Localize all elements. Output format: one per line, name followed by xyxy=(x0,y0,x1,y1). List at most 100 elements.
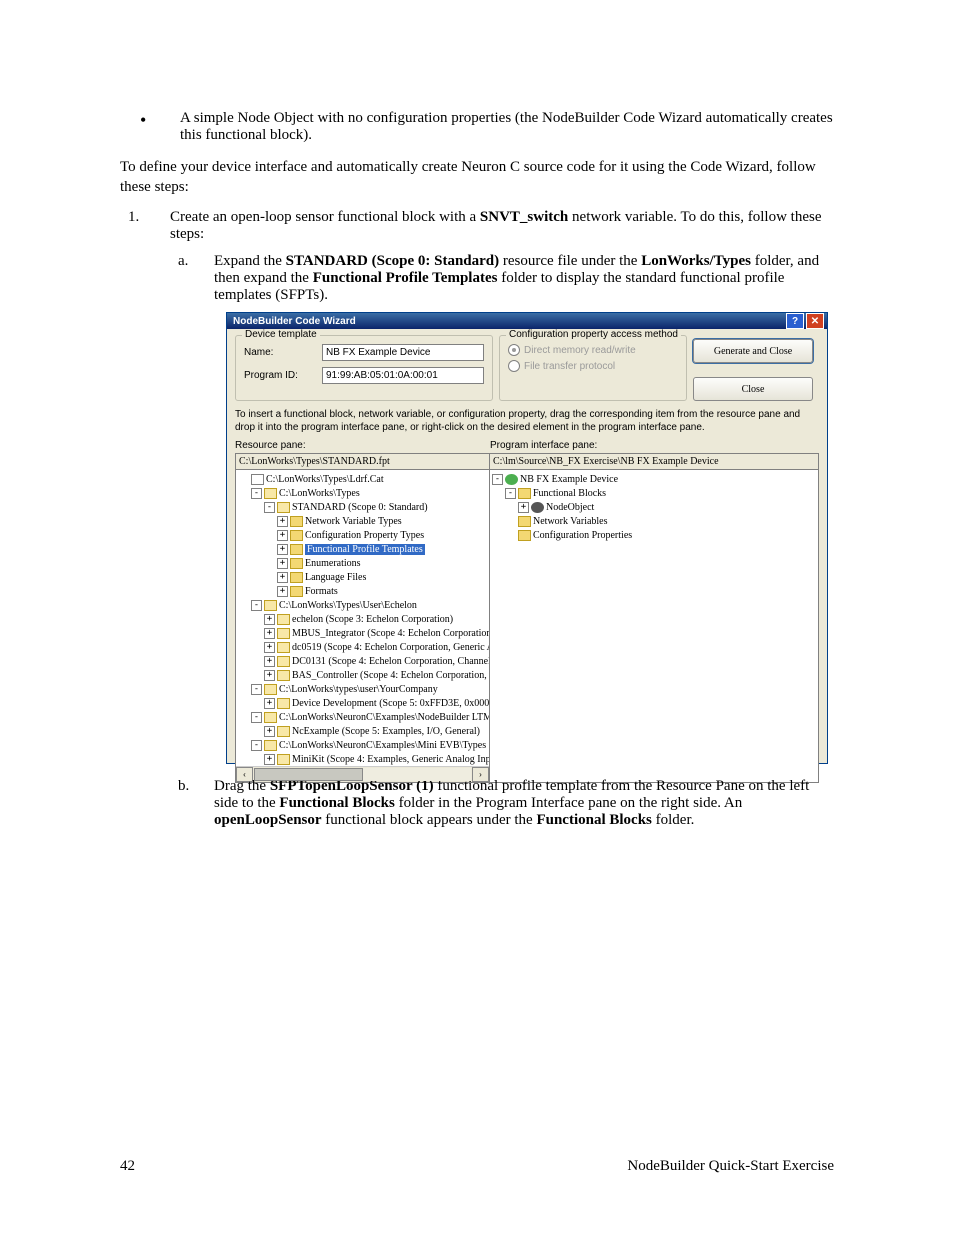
expand-icon[interactable]: + xyxy=(264,656,275,667)
folder-icon xyxy=(290,544,303,555)
expand-icon[interactable]: + xyxy=(264,628,275,639)
expand-icon[interactable]: + xyxy=(277,586,288,597)
instruction-text: To insert a functional block, network va… xyxy=(235,409,819,434)
folder-open-icon xyxy=(264,488,277,499)
collapse-icon[interactable]: - xyxy=(251,740,262,751)
collapse-icon[interactable]: - xyxy=(505,488,516,499)
folder-open-icon xyxy=(277,726,290,737)
tree-item[interactable]: Configuration Properties xyxy=(492,528,818,542)
scroll-thumb[interactable] xyxy=(254,768,363,781)
tree-item[interactable]: +Formats xyxy=(238,584,489,598)
resource-pane[interactable]: C:\LonWorks\Types\STANDARD.fpt C:\LonWor… xyxy=(236,454,490,782)
name-label: Name: xyxy=(244,347,322,358)
tree-item-label: NodeObject xyxy=(546,502,594,513)
expand-icon[interactable]: + xyxy=(264,614,275,625)
tree-item[interactable]: + MBUS_Integrator (Scope 4: Echelon Corpo… xyxy=(238,626,489,640)
collapse-icon[interactable]: - xyxy=(492,474,503,485)
close-button[interactable]: Close xyxy=(693,377,813,401)
tree-item[interactable]: +Enumerations xyxy=(238,556,489,570)
program-interface-pane[interactable]: C:\lm\Source\NB_FX Exercise\NB FX Exampl… xyxy=(490,454,818,782)
expand-icon[interactable]: + xyxy=(277,530,288,541)
tree-item[interactable]: -C:\LonWorks\NeuronC\Examples\Mini EVB\T… xyxy=(238,738,489,752)
tree-item[interactable]: -C:\LonWorks\NeuronC\Examples\NodeBuilde… xyxy=(238,710,489,724)
help-button[interactable]: ? xyxy=(786,313,804,329)
expand-icon[interactable]: + xyxy=(264,726,275,737)
folder-open-icon xyxy=(277,698,290,709)
expand-icon[interactable]: + xyxy=(277,558,288,569)
tree-item[interactable]: Network Variables xyxy=(492,514,818,528)
program-interface-pane-header: C:\lm\Source\NB_FX Exercise\NB FX Exampl… xyxy=(490,454,818,470)
expand-icon[interactable]: + xyxy=(264,698,275,709)
tree-item[interactable]: + NodeObject xyxy=(492,500,818,514)
tree-item-label: Configuration Property Types xyxy=(305,530,424,541)
file-transfer-label: File transfer protocol xyxy=(524,361,615,372)
tree-item[interactable]: C:\LonWorks\Types\Ldrf.Cat xyxy=(238,472,489,486)
expand-icon[interactable]: + xyxy=(264,642,275,653)
tree-item[interactable]: - Functional Blocks xyxy=(492,486,818,500)
tree-item[interactable]: + Network Variable Types xyxy=(238,514,489,528)
folder-icon xyxy=(290,516,303,527)
tree-item[interactable]: + dc0519 (Scope 4: Echelon Corporation, G… xyxy=(238,640,489,654)
tree-item[interactable]: -NB FX Example Device xyxy=(492,472,818,486)
folder-open-icon xyxy=(264,600,277,611)
tree-item[interactable]: -C:\LonWorks\Types\User\Echelon xyxy=(238,598,489,612)
collapse-icon[interactable]: - xyxy=(251,600,262,611)
tree-item-label: C:\LonWorks\types\user\YourCompany xyxy=(279,684,438,695)
tree-item[interactable]: +Functional Profile Templates xyxy=(238,542,489,556)
folder-open-icon xyxy=(277,670,290,681)
expand-icon[interactable]: + xyxy=(277,572,288,583)
collapse-icon[interactable]: - xyxy=(251,712,262,723)
file-icon xyxy=(251,474,264,485)
code-wizard-dialog: NodeBuilder Code Wizard ? ✕ Device templ… xyxy=(226,312,828,764)
tree-item[interactable]: -STANDARD (Scope 0: Standard) xyxy=(238,500,489,514)
expand-icon[interactable]: + xyxy=(264,670,275,681)
expand-icon[interactable]: + xyxy=(277,516,288,527)
name-input[interactable] xyxy=(322,344,484,361)
config-access-group: Configuration property access method Dir… xyxy=(499,335,687,401)
expand-icon[interactable]: + xyxy=(264,754,275,765)
tree-item-label: Configuration Properties xyxy=(533,530,632,541)
collapse-icon[interactable]: - xyxy=(251,684,262,695)
bullet-text: A simple Node Object with no configurati… xyxy=(180,110,834,144)
collapse-icon[interactable]: - xyxy=(251,488,262,499)
tree-item[interactable]: +echelon (Scope 3: Echelon Corporation) xyxy=(238,612,489,626)
tree-item[interactable]: + NcExample (Scope 5: Examples, I/O, Gene… xyxy=(238,724,489,738)
expand-icon[interactable]: + xyxy=(518,502,529,513)
file-transfer-radio[interactable] xyxy=(508,360,520,372)
tree-item-label: Functional Blocks xyxy=(533,488,606,499)
tree-item[interactable]: + Configuration Property Types xyxy=(238,528,489,542)
tree-item-label: MBUS_Integrator (Scope 4: Echelon Corpor… xyxy=(292,628,489,639)
dialog-titlebar[interactable]: NodeBuilder Code Wizard ? ✕ xyxy=(227,313,827,329)
tree-item[interactable]: - C:\LonWorks\types\user\YourCompany xyxy=(238,682,489,696)
device-icon xyxy=(505,474,518,485)
horizontal-scrollbar[interactable]: ‹ › xyxy=(236,766,489,782)
tree-item[interactable]: +DC0131 (Scope 4: Echelon Corporation, C… xyxy=(238,654,489,668)
tree-item[interactable]: - C:\LonWorks\Types xyxy=(238,486,489,500)
tree-item-label: NcExample (Scope 5: Examples, I/O, Gener… xyxy=(292,726,480,737)
generate-and-close-button[interactable]: Generate and Close xyxy=(693,339,813,363)
expand-icon[interactable]: + xyxy=(277,544,288,555)
folder-icon xyxy=(290,530,303,541)
tree-item[interactable]: +Device Development (Scope 5: 0xFFD3E, 0… xyxy=(238,696,489,710)
page-number: 42 xyxy=(120,1158,135,1175)
tree-item[interactable]: +MiniKit (Scope 4: Examples, Generic Ana… xyxy=(238,752,489,766)
step-1b-number: b. xyxy=(170,778,214,829)
device-template-group: Device template Name: Program ID: xyxy=(235,335,493,401)
direct-memory-radio[interactable] xyxy=(508,344,520,356)
collapse-icon[interactable]: - xyxy=(264,502,275,513)
program-id-label: Program ID: xyxy=(244,370,322,381)
tree-item[interactable]: + BAS_Controller (Scope 4: Echelon Corpor… xyxy=(238,668,489,682)
tree-item-label: Network Variable Types xyxy=(305,516,402,527)
resource-pane-label: Resource pane: xyxy=(235,440,490,451)
folder-icon xyxy=(518,530,531,541)
tree-item-label: dc0519 (Scope 4: Echelon Corporation, Ge… xyxy=(292,642,489,653)
direct-memory-label: Direct memory read/write xyxy=(524,345,636,356)
program-interface-pane-label: Program interface pane: xyxy=(490,440,597,451)
program-id-input[interactable] xyxy=(322,367,484,384)
resource-pane-header: C:\LonWorks\Types\STANDARD.fpt xyxy=(236,454,489,470)
close-window-button[interactable]: ✕ xyxy=(806,313,824,329)
tree-item-label: BAS_Controller (Scope 4: Echelon Corpora… xyxy=(292,670,489,681)
tree-item-label: C:\LonWorks\Types xyxy=(279,488,360,499)
tree-item[interactable]: +Language Files xyxy=(238,570,489,584)
config-access-legend: Configuration property access method xyxy=(506,329,681,340)
